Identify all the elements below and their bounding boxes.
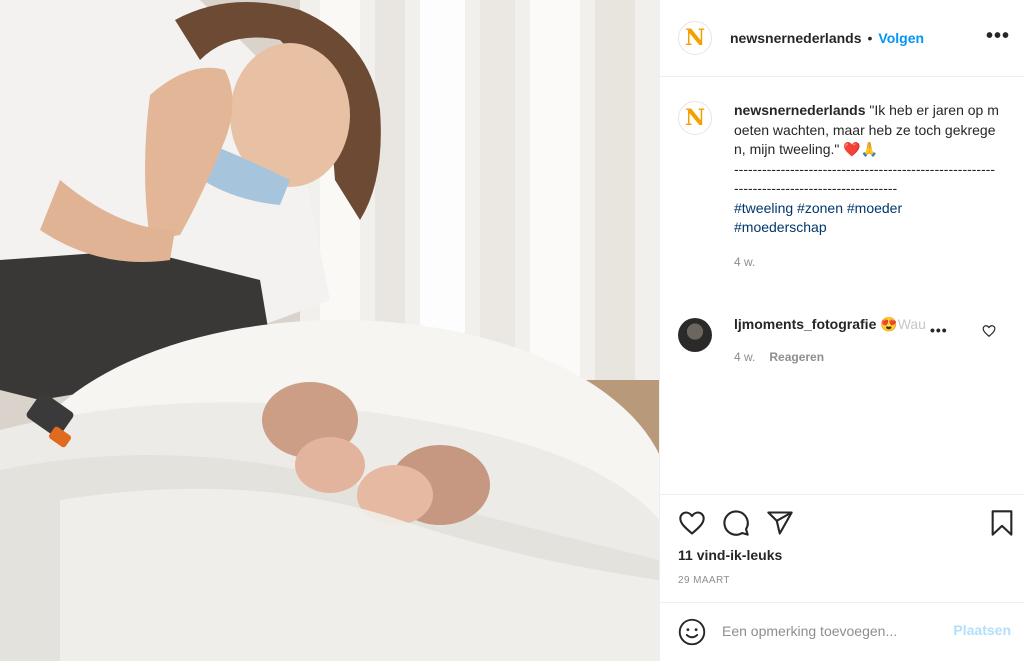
post-side-panel: N newsnernederlands • Volgen ••• N newsn… bbox=[659, 0, 1024, 661]
hashtag-link[interactable]: #moeder bbox=[847, 200, 902, 216]
caption: N newsnernederlands "Ik heb er jaren op … bbox=[660, 77, 1024, 292]
separator-dot: • bbox=[867, 30, 873, 46]
post-photo bbox=[0, 0, 659, 661]
hashtag-link[interactable]: #zonen bbox=[797, 200, 843, 216]
comment-avatar[interactable] bbox=[678, 318, 712, 352]
small-heart-icon[interactable] bbox=[982, 324, 996, 338]
caption-time[interactable]: 4 w. bbox=[734, 255, 1006, 269]
bookmark-icon[interactable] bbox=[988, 509, 1016, 537]
comment-username[interactable]: ljmoments_fotografie bbox=[734, 316, 876, 332]
post-image[interactable] bbox=[0, 0, 659, 661]
follow-button[interactable]: Volgen bbox=[878, 30, 924, 46]
reply-button[interactable]: Reageren bbox=[769, 350, 824, 364]
likes-count[interactable]: 11 vind-ik-leuks bbox=[678, 547, 782, 563]
add-comment-bar: Plaatsen bbox=[660, 602, 1024, 661]
post-date[interactable]: 29 MAART bbox=[678, 575, 730, 586]
more-options-icon[interactable]: ••• bbox=[986, 26, 1010, 46]
comment-meta: 4 w. Reageren bbox=[734, 350, 824, 364]
account-username[interactable]: newsnernederlands bbox=[730, 30, 862, 46]
comment-more-icon[interactable]: ••• bbox=[930, 322, 948, 338]
comment-emoji: 😍 bbox=[880, 316, 898, 332]
caption-divider: ----------------------------------------… bbox=[734, 160, 996, 197]
post-comment-button[interactable]: Plaatsen bbox=[953, 622, 1011, 638]
comment-icon[interactable] bbox=[722, 509, 750, 537]
comment-faded-text: Wau bbox=[897, 316, 926, 332]
comment-input[interactable] bbox=[722, 617, 932, 645]
account-avatar[interactable]: N bbox=[678, 21, 712, 55]
caption-emojis: ❤️🙏 bbox=[843, 141, 879, 157]
caption-username[interactable]: newsnernederlands bbox=[734, 102, 866, 118]
hashtag-link[interactable]: #tweeling bbox=[734, 200, 793, 216]
post-header: N newsnernederlands • Volgen ••• bbox=[660, 0, 1024, 77]
caption-text: newsnernederlands "Ik heb er jaren op mo… bbox=[734, 101, 999, 238]
share-icon[interactable] bbox=[766, 509, 794, 537]
heart-icon[interactable] bbox=[678, 509, 706, 537]
caption-avatar[interactable]: N bbox=[678, 101, 712, 135]
hashtag-link[interactable]: #moederschap bbox=[734, 219, 827, 235]
emoji-icon[interactable] bbox=[678, 618, 706, 646]
comment-time[interactable]: 4 w. bbox=[734, 350, 755, 364]
